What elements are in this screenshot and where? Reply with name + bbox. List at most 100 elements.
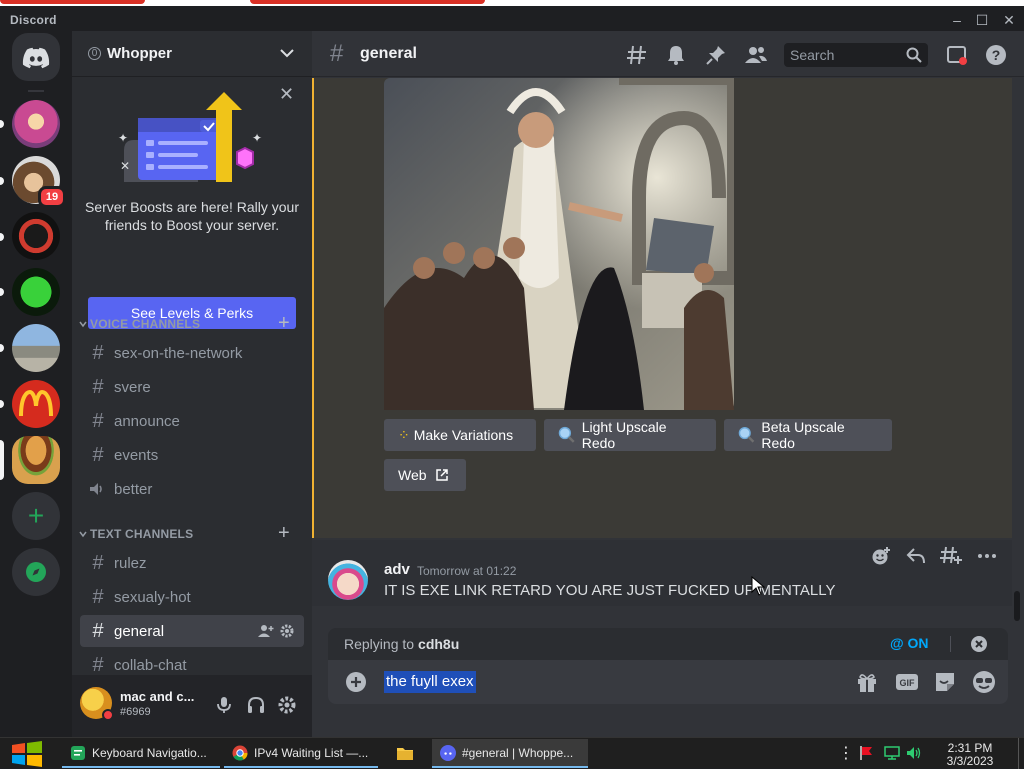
message-input[interactable]: the fuyll exex: [384, 671, 476, 693]
clock-date[interactable]: 3/3/2023: [942, 754, 998, 768]
gear-icon[interactable]: [278, 696, 296, 714]
microphone-icon[interactable]: [216, 696, 232, 714]
dnd-status-icon: [102, 709, 114, 721]
minimize-button[interactable]: –: [945, 10, 969, 30]
channel-item[interactable]: # rulez: [80, 547, 304, 579]
server-icon[interactable]: [12, 268, 60, 316]
hash-icon: #: [92, 375, 104, 398]
server-icon[interactable]: [12, 380, 60, 428]
overflow-icon[interactable]: ⋮: [838, 743, 854, 763]
channel-title: general: [360, 45, 417, 62]
magnifier-icon: [738, 427, 755, 443]
channel-item-general[interactable]: # general: [80, 615, 304, 647]
mention-toggle[interactable]: @ ON: [890, 635, 929, 651]
mcdonalds-logo-icon: [19, 390, 53, 417]
taskbar-item-active[interactable]: #general | Whoppe...: [432, 739, 588, 768]
gif-icon[interactable]: GIF: [895, 671, 919, 693]
button-label: Make Variations: [413, 427, 514, 443]
boost-text: Server Boosts are here! Rally your frien…: [85, 199, 299, 233]
guild-header[interactable]: 0 Whopper: [72, 31, 312, 77]
explore-servers-button[interactable]: [12, 548, 60, 596]
taskbar-item[interactable]: IPv4 Waiting List —...: [224, 739, 378, 768]
external-link-icon: [435, 469, 448, 481]
home-button[interactable]: [12, 33, 60, 81]
pin-icon[interactable]: [705, 44, 727, 66]
bell-icon[interactable]: [666, 44, 686, 66]
add-server-icon[interactable]: +: [12, 492, 60, 540]
server-icon-whopper[interactable]: [12, 436, 60, 484]
maximize-button[interactable]: ☐: [970, 10, 994, 30]
threads-icon[interactable]: [626, 44, 648, 66]
make-variations-button[interactable]: ⁘ Make Variations: [384, 419, 536, 451]
svg-text:✕: ✕: [120, 159, 130, 173]
scrollbar[interactable]: [1014, 591, 1020, 621]
flag-icon[interactable]: [858, 745, 874, 761]
gift-icon[interactable]: [856, 671, 878, 693]
text-channels-category[interactable]: TEXT CHANNELS: [78, 527, 193, 541]
server-icon[interactable]: [12, 212, 60, 260]
inbox-icon[interactable]: [946, 44, 968, 66]
channel-label: svere: [114, 378, 151, 396]
more-options-icon[interactable]: [977, 553, 997, 559]
unread-pill: [0, 344, 4, 352]
boost-promo: ✦ ✦ ✕ ✕ Server Boosts are here! Rally yo…: [72, 78, 312, 329]
unread-pill: [0, 120, 4, 128]
light-upscale-redo-button[interactable]: Light Upscale Redo: [544, 419, 716, 451]
unread-pill: [0, 400, 4, 408]
channel-label: events: [114, 446, 159, 464]
reply-icon[interactable]: [906, 547, 926, 565]
voice-channel-item[interactable]: better: [80, 473, 304, 505]
avatar[interactable]: [328, 560, 368, 600]
channel-item[interactable]: # sexualy-hot: [80, 581, 304, 613]
members-icon[interactable]: [744, 44, 768, 66]
show-desktop-button[interactable]: [1018, 738, 1024, 769]
message-row[interactable]: adv Tomorrow at 01:22 IT IS EXE LINK RET…: [312, 540, 1012, 606]
volume-icon[interactable]: [906, 745, 922, 761]
svg-text:?: ?: [992, 47, 1001, 63]
reply-target[interactable]: cdh8u: [418, 636, 459, 652]
add-channel-icon[interactable]: +: [278, 522, 290, 545]
add-reaction-icon[interactable]: [871, 546, 891, 566]
voice-channels-category[interactable]: VOICE CHANNELS: [78, 317, 200, 331]
help-icon[interactable]: ?: [985, 44, 1007, 66]
server-icon[interactable]: [12, 100, 60, 148]
message-actions: [864, 542, 1004, 570]
windows-taskbar: Keyboard Navigatio... IPv4 Waiting List …: [0, 737, 1024, 769]
user-panel: mac and c... #6969: [72, 675, 312, 737]
file-explorer-icon[interactable]: [396, 745, 414, 761]
highlighted-message: ⁘ Make Variations Light Upscale Redo Bet…: [312, 78, 1012, 576]
close-button[interactable]: ✕: [997, 10, 1021, 30]
taskbar-item[interactable]: Keyboard Navigatio...: [62, 739, 220, 768]
upload-plus-icon[interactable]: [346, 672, 366, 692]
add-member-icon[interactable]: [258, 624, 274, 638]
guild-name: Whopper: [107, 45, 172, 62]
emoji-picker-icon[interactable]: [972, 670, 996, 694]
close-icon[interactable]: ✕: [279, 84, 294, 105]
close-reply-icon[interactable]: [970, 635, 988, 653]
channel-label: better: [114, 480, 153, 498]
channel-item[interactable]: # events: [80, 439, 304, 471]
clock-time[interactable]: 2:31 PM: [942, 741, 998, 755]
channel-label: general: [114, 622, 165, 640]
server-icon[interactable]: [12, 324, 60, 372]
button-label: Web: [398, 467, 427, 483]
windows-start-icon[interactable]: [10, 741, 44, 767]
headphones-icon[interactable]: [247, 696, 265, 714]
web-link-button[interactable]: Web: [384, 459, 466, 491]
speaker-icon: [88, 480, 108, 498]
gear-icon[interactable]: [280, 624, 294, 638]
channel-item[interactable]: # announce: [80, 405, 304, 437]
app-icon: [71, 745, 85, 760]
channel-item[interactable]: # sex-on-the-network: [80, 337, 304, 369]
sticker-icon[interactable]: [934, 671, 956, 693]
message-author[interactable]: adv: [384, 561, 410, 578]
create-thread-icon[interactable]: [940, 546, 963, 566]
add-channel-icon[interactable]: +: [278, 312, 290, 335]
network-icon[interactable]: [884, 745, 900, 761]
message-composer: the fuyll exex GIF: [328, 660, 1008, 704]
channel-label: sexualy-hot: [114, 588, 191, 606]
generated-image[interactable]: [384, 78, 734, 410]
beta-upscale-redo-button[interactable]: Beta Upscale Redo: [724, 419, 892, 451]
discord-icon: [440, 744, 456, 761]
channel-item[interactable]: # svere: [80, 371, 304, 403]
